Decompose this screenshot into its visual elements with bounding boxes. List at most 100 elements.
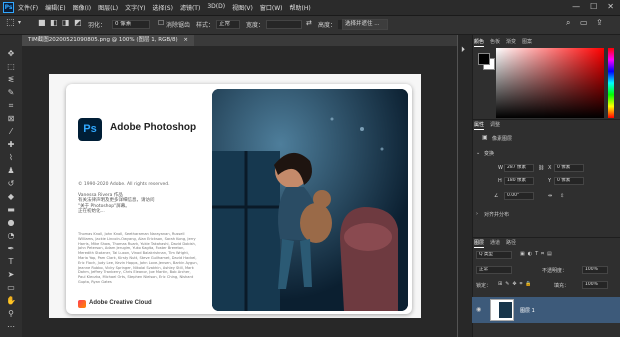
tab-gradients[interactable]: 渐变 [506, 38, 516, 47]
layer-filter-icons[interactable]: ▣◐T⌗▤ [520, 251, 555, 257]
x-field[interactable]: 0 像素 [554, 164, 584, 172]
intersect-selection-icon[interactable]: ◩ [74, 18, 82, 27]
tab-patterns[interactable]: 图案 [522, 38, 532, 47]
y-field[interactable]: 0 像素 [554, 177, 584, 185]
tab-adjustments[interactable]: 调整 [490, 121, 500, 130]
menu-view[interactable]: 视图(V) [232, 3, 253, 12]
menu-edit[interactable]: 编辑(E) [45, 3, 65, 12]
select-and-mask-button[interactable]: 选择并遮住 ... [342, 19, 388, 30]
add-selection-icon[interactable]: ◧ [50, 18, 58, 27]
tab-channels[interactable]: 通道 [490, 239, 500, 248]
properties-panel-tabs: 属性 调整 [474, 121, 500, 130]
style-label: 样式： [196, 22, 215, 29]
eye-icon[interactable]: ◉ [476, 306, 481, 313]
layer-row[interactable]: ◉ 图层 1 [472, 297, 620, 323]
gradient-tool-icon[interactable]: ▬ [5, 205, 17, 215]
menu-image[interactable]: 图像(I) [73, 3, 91, 12]
blur-tool-icon[interactable]: ● [5, 218, 17, 228]
menu-filter[interactable]: 滤镜(T) [180, 3, 200, 12]
tools-panel: ✥ ⬚ ᓬ ✎ ⌗ ⊠ ⁄ ✚ ⌇ ♟ ↺ ◆ ▬ ● ◔ ✒ T ➤ ▭ ✋ … [0, 35, 23, 337]
angle-icon: ∠ [494, 193, 499, 199]
menu-3d[interactable]: 3D(D) [207, 3, 225, 12]
clone-stamp-tool-icon[interactable]: ♟ [5, 166, 17, 176]
chevron-right-icon[interactable]: › [476, 211, 478, 217]
feather-input[interactable]: 0 像素 [112, 20, 150, 29]
layer-kind-filter[interactable]: Q 类型 [476, 251, 512, 259]
chevron-down-icon[interactable]: ▾ [18, 19, 21, 26]
minimize-button[interactable]: — [572, 2, 580, 11]
hue-slider[interactable] [608, 48, 614, 118]
pixel-layer-icon: ▣ [482, 134, 488, 141]
marquee-tool-icon[interactable]: ⬚ [6, 18, 15, 28]
crop-tool-icon[interactable]: ⌗ [5, 101, 17, 111]
color-picker-field[interactable] [496, 48, 604, 118]
workspace-icon[interactable]: ▭ [580, 18, 588, 27]
lock-icons[interactable]: ⊞✎✥⌗🔒 [498, 281, 535, 287]
menu-file[interactable]: 文件(F) [18, 3, 38, 12]
document-tab-label: TIM截图20200521090805.png @ 100% (图层 1, RG… [28, 37, 178, 43]
more-tools-icon[interactable]: ⋯ [5, 322, 17, 332]
move-tool-icon[interactable]: ✥ [5, 49, 17, 59]
height-field[interactable]: 180 像素 [504, 177, 534, 185]
pen-tool-icon[interactable]: ✒ [5, 244, 17, 254]
swap-icon[interactable]: ⇄ [306, 19, 312, 27]
tab-color[interactable]: 颜色 [474, 38, 485, 47]
hand-tool-icon[interactable]: ✋ [5, 296, 17, 306]
eraser-tool-icon[interactable]: ◆ [5, 192, 17, 202]
rectangle-tool-icon[interactable]: ▭ [5, 283, 17, 293]
eyedropper-tool-icon[interactable]: ⁄ [5, 127, 17, 137]
blend-mode-select[interactable]: 正常 [476, 266, 512, 274]
flip-horizontal-icon[interactable]: ⇹ [548, 193, 552, 199]
x-label: X [548, 165, 552, 171]
tab-layers[interactable]: 图层 [474, 239, 485, 248]
lasso-tool-icon[interactable]: ᓬ [5, 75, 17, 85]
canvas-area[interactable]: Ps Adobe Photoshop © 1990-2020 Adobe. Al… [22, 46, 457, 337]
tab-paths[interactable]: 路径 [506, 239, 516, 248]
splash-artwork [212, 89, 408, 311]
close-button[interactable]: ✕ [607, 2, 614, 11]
search-icon[interactable]: ⌕ [566, 18, 570, 28]
marquee-tool-icon[interactable]: ⬚ [5, 62, 17, 72]
subtract-selection-icon[interactable]: ◨ [62, 18, 70, 27]
zoom-tool-icon[interactable]: ⚲ [5, 309, 17, 319]
path-selection-tool-icon[interactable]: ➤ [5, 270, 17, 280]
chevron-down-icon[interactable]: ⌄ [476, 150, 480, 156]
share-icon[interactable]: ⇪ [596, 18, 603, 27]
history-brush-tool-icon[interactable]: ↺ [5, 179, 17, 189]
link-icon[interactable]: ⛓ [538, 165, 544, 171]
width-field[interactable]: 287 像素 [504, 164, 534, 172]
anti-alias-checkbox[interactable]: ☐ [158, 19, 164, 27]
document-tab[interactable]: TIM截图20200521090805.png @ 100% (图层 1, RG… [22, 35, 195, 46]
angle-field[interactable]: 0.00° [504, 192, 534, 200]
height-label: 高度： [318, 22, 337, 29]
foreground-color-swatch[interactable] [478, 53, 490, 65]
healing-brush-tool-icon[interactable]: ✚ [5, 140, 17, 150]
opacity-field[interactable]: 100% [582, 266, 608, 274]
tab-properties[interactable]: 属性 [474, 121, 485, 130]
menu-select[interactable]: 选择(S) [152, 3, 173, 12]
close-tab-icon[interactable]: × [183, 37, 188, 43]
w-label: W [498, 165, 503, 171]
menu-window[interactable]: 窗口(W) [260, 3, 283, 12]
menu-bar: Ps 文件(F) 编辑(E) 图像(I) 图层(L) 文字(Y) 选择(S) 滤… [0, 0, 620, 16]
menu-help[interactable]: 帮助(H) [290, 3, 311, 12]
maximize-button[interactable]: ☐ [590, 2, 597, 11]
new-selection-icon[interactable]: ■ [38, 18, 46, 27]
history-panel-icon[interactable]: ⏵ [461, 45, 465, 55]
flip-vertical-icon[interactable]: ⇳ [560, 193, 564, 199]
dodge-tool-icon[interactable]: ◔ [5, 231, 17, 241]
tab-swatches[interactable]: 色板 [490, 38, 500, 47]
collapsed-panel-dock: ⏵ [458, 35, 473, 337]
fill-field[interactable]: 100% [582, 281, 608, 289]
frame-tool-icon[interactable]: ⊠ [5, 114, 17, 124]
quick-select-tool-icon[interactable]: ✎ [5, 88, 17, 98]
menu-layer[interactable]: 图层(L) [98, 3, 118, 12]
width-input[interactable] [266, 20, 302, 29]
layer-name[interactable]: 图层 1 [520, 307, 535, 314]
brush-tool-icon[interactable]: ⌇ [5, 153, 17, 163]
type-tool-icon[interactable]: T [5, 257, 17, 267]
splash-screen: Ps Adobe Photoshop © 1990-2020 Adobe. Al… [66, 84, 412, 314]
menu-type[interactable]: 文字(Y) [125, 3, 145, 12]
style-select[interactable]: 正常 [216, 20, 240, 29]
document-canvas[interactable]: Ps Adobe Photoshop © 1990-2020 Adobe. Al… [49, 74, 421, 318]
